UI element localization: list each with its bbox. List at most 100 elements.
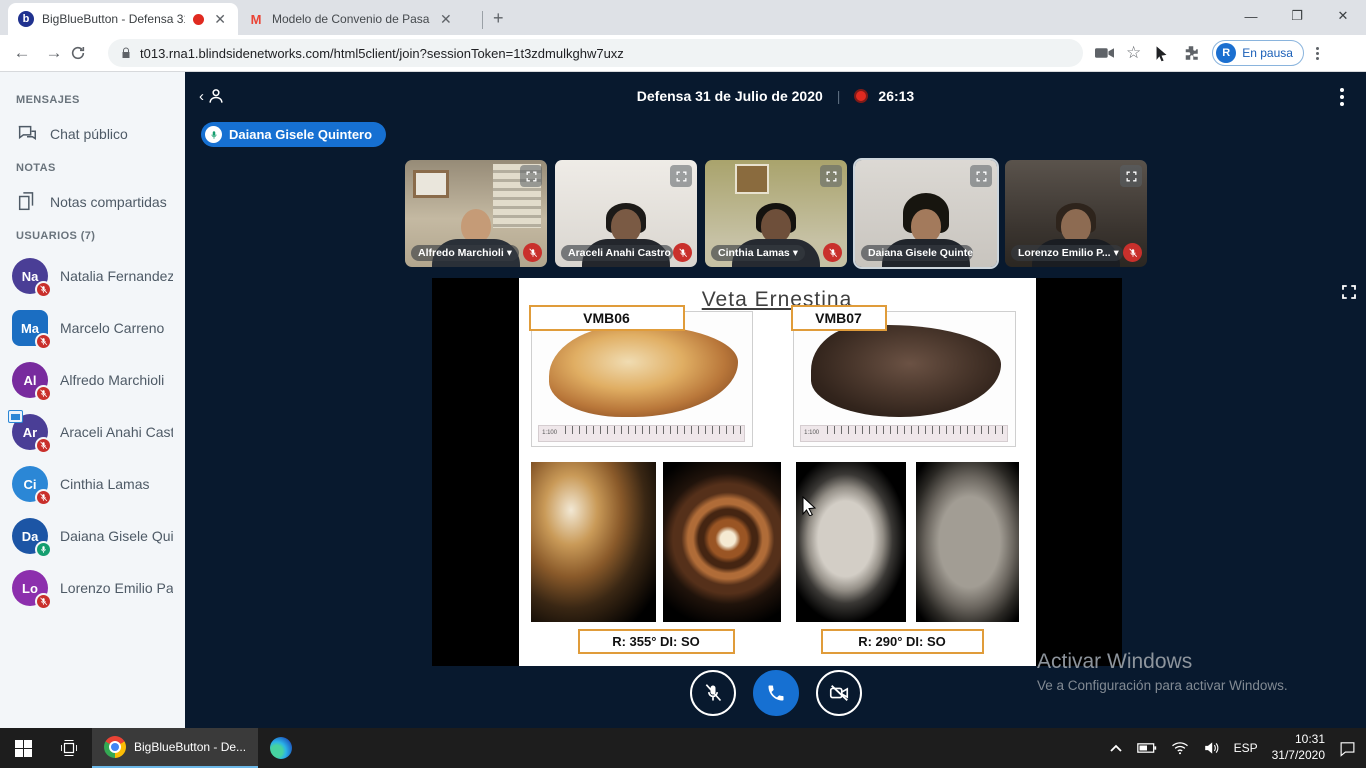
- action-bar: [185, 670, 1366, 716]
- bigbluebutton-favicon: b: [18, 11, 34, 27]
- taskbar-edge-button[interactable]: [258, 728, 304, 768]
- reload-icon[interactable]: [70, 45, 102, 61]
- chat-icon: [16, 123, 38, 145]
- profile-avatar: R: [1216, 43, 1236, 63]
- clock[interactable]: 10:31 31/7/2020: [1272, 732, 1325, 763]
- address-bar[interactable]: t013.rna1.blindsidenetworks.com/html5cli…: [108, 39, 1083, 67]
- fullscreen-icon[interactable]: [1120, 165, 1142, 187]
- mic-muted-icon: [35, 437, 52, 454]
- gmail-favicon: M: [248, 11, 264, 27]
- profile-status: En pausa: [1242, 46, 1293, 60]
- user-row-lorenzo[interactable]: Lo Lorenzo Emilio Parra: [0, 562, 185, 614]
- user-row-daiana[interactable]: Da Daiana Gisele Quinte...: [0, 510, 185, 562]
- avatar: Al: [12, 362, 48, 398]
- webcam-tile[interactable]: Cinthia Lamas▾: [705, 160, 847, 267]
- webcam-name[interactable]: Daiana Gisele Quintero▾: [861, 245, 973, 261]
- mic-on-icon: [35, 541, 52, 558]
- webcam-name[interactable]: Araceli Anahi Castro▾: [561, 245, 673, 261]
- user-row-marcelo[interactable]: Ma Marcelo Carreno: [0, 302, 185, 354]
- new-tab-button[interactable]: +: [493, 8, 504, 29]
- task-view-button[interactable]: [46, 728, 92, 768]
- fullscreen-icon[interactable]: [970, 165, 992, 187]
- fullscreen-icon[interactable]: [520, 165, 542, 187]
- user-row-cinthia[interactable]: Ci Cinthia Lamas: [0, 458, 185, 510]
- wifi-icon[interactable]: [1171, 741, 1189, 755]
- chevron-down-icon: ▾: [1114, 247, 1119, 259]
- notes-header: NOTAS: [0, 154, 185, 182]
- camera-indicator-icon[interactable]: [1095, 46, 1114, 60]
- mouse-cursor: [802, 496, 817, 516]
- presentation-fullscreen-icon[interactable]: [1340, 283, 1358, 301]
- chrome-icon: [104, 736, 126, 758]
- current-speaker-pill: Daiana Gisele Quintero: [201, 122, 386, 147]
- webcam-tile[interactable]: Lorenzo Emilio P...▾: [1005, 160, 1147, 267]
- tab-recording-icon: [193, 14, 204, 25]
- tab-title: Modelo de Convenio de Pasantía: [272, 12, 430, 26]
- window-restore-button[interactable]: ❐: [1274, 0, 1320, 32]
- user-row-araceli[interactable]: Ar Araceli Anahi Castro: [0, 406, 185, 458]
- webcam-name[interactable]: Lorenzo Emilio P...▾: [1011, 245, 1123, 261]
- recording-indicator[interactable]: 26:13: [854, 88, 914, 104]
- user-row-natalia[interactable]: Na Natalia Fernandez (Tu): [0, 250, 185, 302]
- mic-muted-icon: [35, 385, 52, 402]
- chevron-down-icon: ▾: [507, 247, 512, 259]
- sidebar-item-shared-notes[interactable]: Notas compartidas: [0, 182, 185, 222]
- microscope-image: [531, 462, 656, 622]
- volume-icon[interactable]: [1203, 741, 1220, 755]
- lock-icon: [120, 46, 132, 60]
- webcam-tile[interactable]: Araceli Anahi Castro▾: [555, 160, 697, 267]
- browser-menu-icon[interactable]: [1316, 47, 1319, 60]
- sample-label-vmb06: VMB06: [529, 305, 685, 331]
- leave-audio-button[interactable]: [753, 670, 799, 716]
- fullscreen-icon[interactable]: [670, 165, 692, 187]
- sidebar-item-public-chat[interactable]: Chat público: [0, 114, 185, 154]
- tray-chevron-icon[interactable]: [1109, 743, 1123, 753]
- webcam-name[interactable]: Cinthia Lamas▾: [711, 245, 805, 261]
- url-text: t013.rna1.blindsidenetworks.com/html5cli…: [140, 46, 624, 61]
- start-button[interactable]: [0, 728, 46, 768]
- ruler: 1:100: [538, 425, 745, 442]
- tab-gmail[interactable]: M Modelo de Convenio de Pasantía ✕: [238, 3, 478, 35]
- user-row-alfredo[interactable]: Al Alfredo Marchioli: [0, 354, 185, 406]
- share-webcam-button[interactable]: [816, 670, 862, 716]
- notes-icon: [16, 191, 38, 213]
- extension-cursor-icon[interactable]: [1153, 45, 1170, 62]
- tab-close-icon[interactable]: ✕: [212, 12, 228, 26]
- slide: Veta Ernestina 1:100 1:100 VMB06: [519, 278, 1036, 666]
- orientation-caption-1: R: 355° DI: SO: [578, 629, 735, 654]
- taskbar-chrome-window[interactable]: BigBlueButton - De...: [92, 728, 258, 768]
- profile-chip[interactable]: R En pausa: [1212, 40, 1304, 66]
- forward-icon[interactable]: →: [38, 43, 70, 63]
- battery-icon[interactable]: [1137, 742, 1157, 754]
- speaker-mic-icon: [205, 126, 222, 143]
- sidebar: MENSAJES Chat público NOTAS Notas compar…: [0, 72, 185, 728]
- language-indicator[interactable]: ESP: [1234, 741, 1258, 755]
- messages-header: MENSAJES: [0, 86, 185, 114]
- window-minimize-button[interactable]: —: [1228, 0, 1274, 32]
- tab-title: BigBlueButton - Defensa 31: [42, 12, 185, 26]
- bookmark-star-icon[interactable]: ☆: [1126, 43, 1141, 63]
- mic-muted-icon: [35, 489, 52, 506]
- tab-close-icon[interactable]: ✕: [438, 12, 454, 26]
- options-menu-icon[interactable]: [1340, 88, 1344, 106]
- window-close-button[interactable]: ✕: [1320, 0, 1366, 32]
- webcam-row: Alfredo Marchioli▾ Araceli Anahi Castro▾…: [405, 160, 1147, 267]
- webcam-tile-speaking[interactable]: Daiana Gisele Quintero▾: [855, 160, 997, 267]
- orientation-caption-2: R: 290° DI: SO: [821, 629, 984, 654]
- extensions-puzzle-icon[interactable]: [1182, 44, 1200, 62]
- browser-titlebar: b BigBlueButton - Defensa 31 ✕ M Modelo …: [0, 0, 1366, 35]
- mic-muted-icon: [35, 281, 52, 298]
- webcam-name[interactable]: Alfredo Marchioli▾: [411, 245, 519, 261]
- avatar: Da: [12, 518, 48, 554]
- back-icon[interactable]: ←: [6, 43, 38, 63]
- speaker-name: Daiana Gisele Quintero: [229, 127, 372, 142]
- mic-muted-icon: [673, 243, 692, 262]
- action-center-icon[interactable]: [1339, 740, 1356, 757]
- mic-muted-icon: [1123, 243, 1142, 262]
- mute-microphone-button[interactable]: [690, 670, 736, 716]
- webcam-tile[interactable]: Alfredo Marchioli▾: [405, 160, 547, 267]
- main-stage: ‹ Defensa 31 de Julio de 2020 | 26:13 Da…: [185, 72, 1366, 728]
- tab-bigbluebutton[interactable]: b BigBlueButton - Defensa 31 ✕: [8, 3, 238, 35]
- fullscreen-icon[interactable]: [820, 165, 842, 187]
- sidebar-item-label: Notas compartidas: [50, 194, 167, 210]
